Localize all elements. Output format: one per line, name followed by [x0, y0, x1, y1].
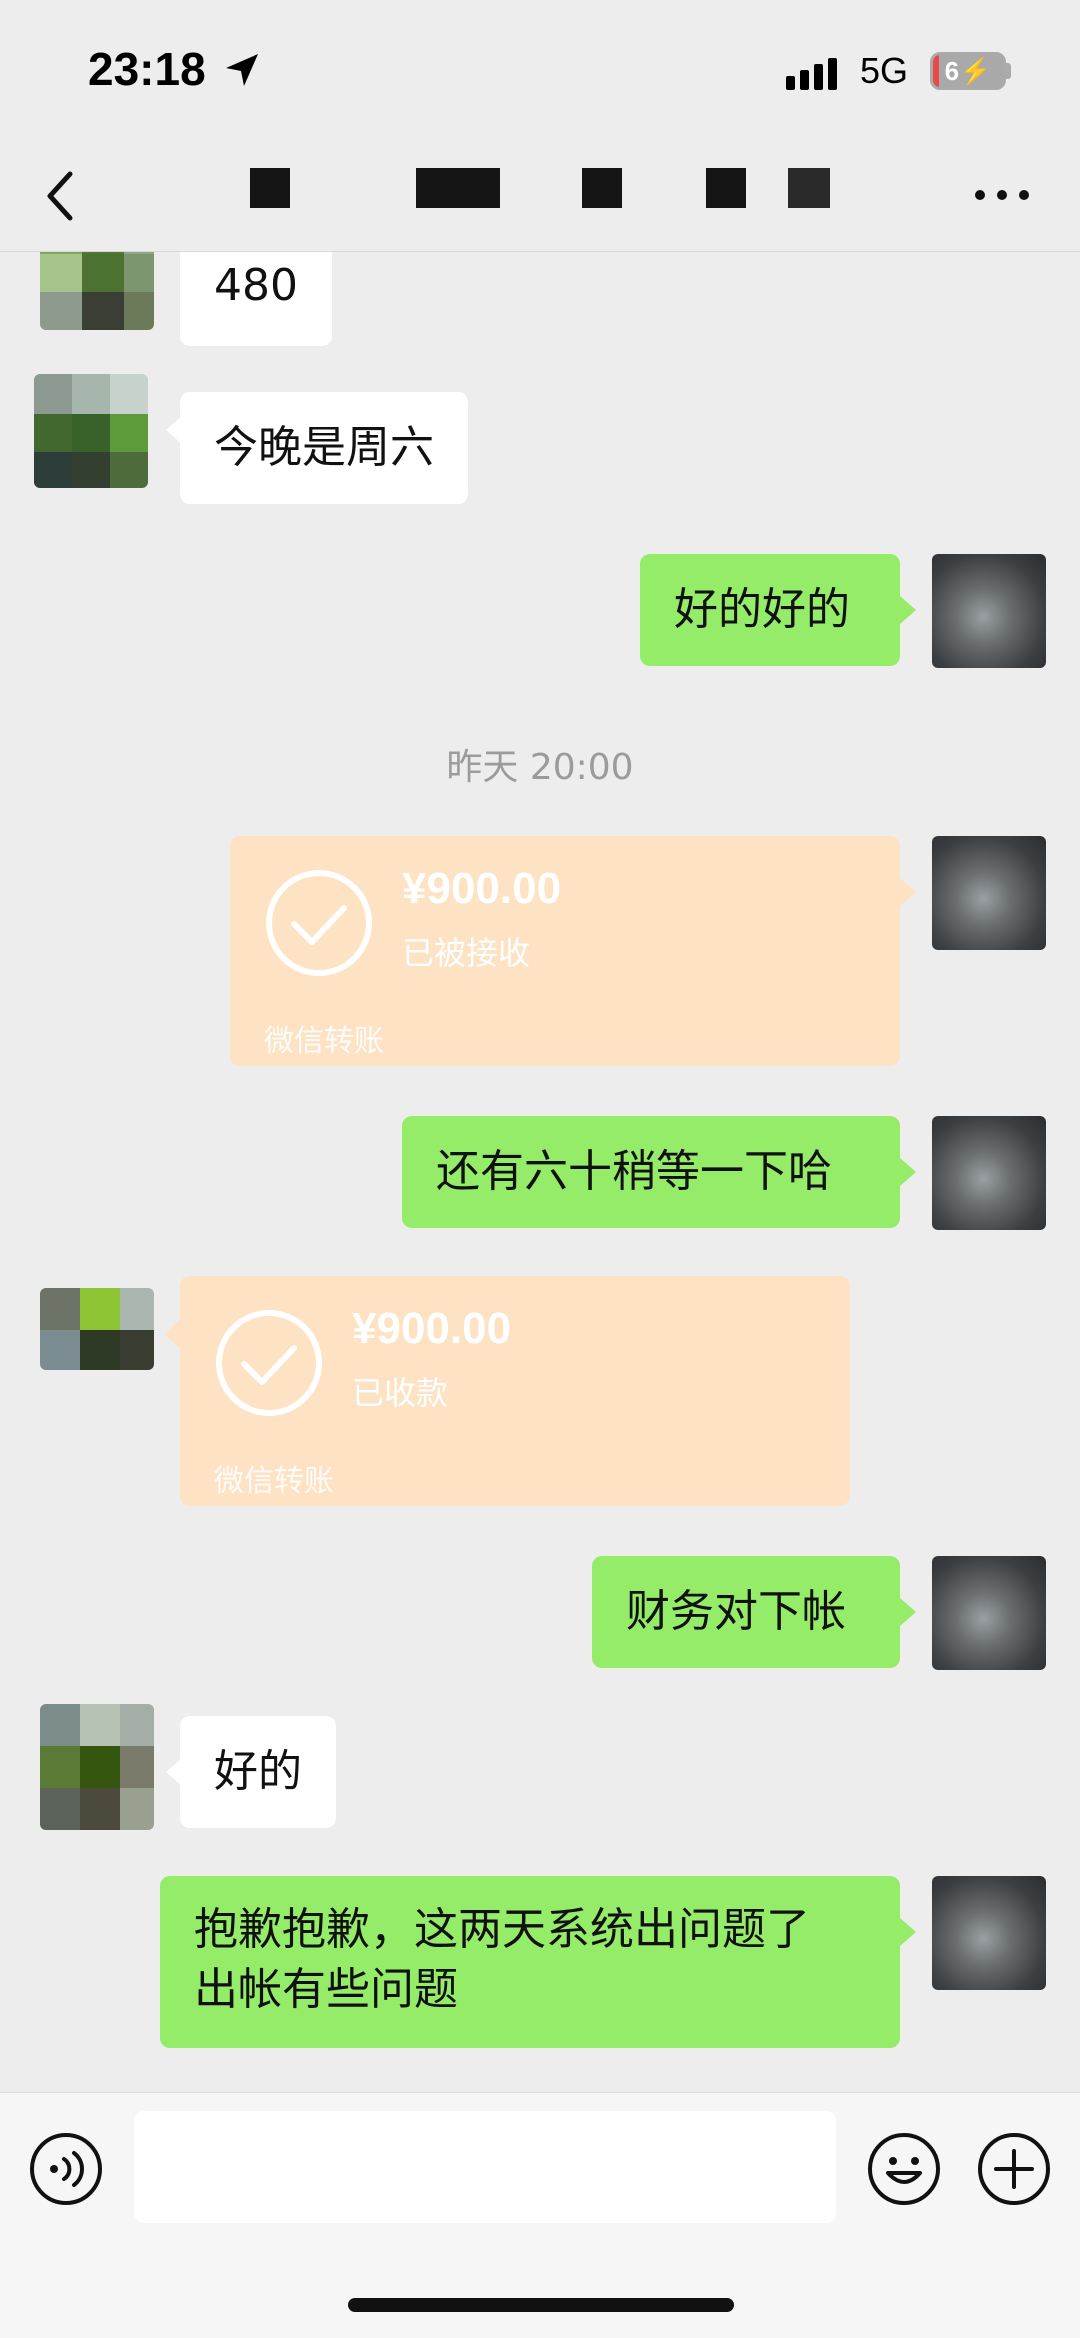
contact-avatar[interactable] — [40, 1288, 154, 1370]
message-text: 好的好的 — [674, 584, 850, 635]
message-text-line: 出帐有些问题 — [194, 1964, 458, 2015]
cellular-signal-icon — [786, 58, 837, 90]
message-bubble[interactable]: 今晚是周六 — [180, 392, 468, 504]
bubble-tail — [900, 1158, 916, 1186]
contact-avatar[interactable] — [40, 252, 154, 330]
message-bubble[interactable]: 好的 — [180, 1716, 336, 1828]
chat-message-list[interactable]: 480 今晚是周六 好的好的 昨天 20:00 ¥900.00 已被接收 微信转… — [0, 252, 1080, 2092]
home-indicator[interactable] — [348, 2298, 734, 2312]
transfer-amount: ¥900.00 — [352, 1304, 512, 1353]
battery-tip — [1006, 63, 1011, 79]
my-avatar[interactable] — [932, 836, 1046, 950]
transfer-card[interactable]: ¥900.00 已被接收 微信转账 — [230, 836, 900, 1066]
transfer-brand: 微信转账 — [264, 1024, 384, 1059]
message-text: 财务对下帐 — [626, 1586, 846, 1637]
message-bubble[interactable]: 抱歉抱歉，这两天系统出问题了 出帐有些问题 — [160, 1876, 900, 2048]
status-bar: 23:18 5G 6⚡ — [0, 0, 1080, 140]
message-bubble[interactable]: 480 — [180, 252, 332, 346]
redaction-block — [250, 168, 290, 208]
check-circle-icon — [266, 870, 372, 976]
redaction-block — [788, 168, 830, 208]
chevron-left-icon[interactable] — [40, 166, 80, 226]
nav-bar — [0, 140, 1080, 252]
message-input[interactable] — [134, 2111, 836, 2223]
transfer-status: 已被接收 — [402, 934, 531, 972]
emoji-icon[interactable] — [866, 2131, 942, 2207]
battery-icon: 6⚡ — [930, 52, 1006, 90]
message-text: 今晚是周六 — [214, 422, 434, 473]
bubble-tail — [164, 1320, 180, 1348]
transfer-brand: 微信转账 — [214, 1464, 334, 1499]
my-avatar[interactable] — [932, 1116, 1046, 1230]
message-bubble[interactable]: 财务对下帐 — [592, 1556, 900, 1668]
message-text: 480 — [214, 260, 298, 311]
transfer-status: 已收款 — [352, 1374, 449, 1412]
message-text-line: 抱歉抱歉，这两天系统出问题了 — [194, 1904, 810, 1955]
message-text: 好的 — [214, 1746, 302, 1797]
transfer-amount: ¥900.00 — [402, 864, 562, 913]
status-time: 23:18 — [88, 43, 206, 95]
bubble-tail — [900, 1598, 916, 1626]
bubble-tail — [900, 1918, 916, 1946]
message-timestamp: 昨天 20:00 — [446, 747, 634, 788]
redaction-block — [582, 168, 622, 208]
my-avatar[interactable] — [932, 1876, 1046, 1990]
redaction-block — [706, 168, 746, 208]
plus-icon[interactable] — [976, 2131, 1052, 2207]
contact-avatar[interactable] — [34, 374, 148, 488]
battery-percent: 6⚡ — [944, 56, 992, 86]
message-text: 还有六十稍等一下哈 — [436, 1146, 832, 1197]
message-bubble[interactable]: 还有六十稍等一下哈 — [402, 1116, 900, 1228]
redaction-block — [416, 168, 500, 208]
more-dots-icon[interactable] — [972, 185, 1032, 205]
message-bubble[interactable]: 好的好的 — [640, 554, 900, 666]
voice-icon[interactable] — [28, 2131, 104, 2207]
bubble-tail — [900, 878, 916, 906]
contact-avatar[interactable] — [40, 1704, 154, 1830]
bubble-tail — [900, 596, 916, 624]
my-avatar[interactable] — [932, 554, 1046, 668]
network-type: 5G — [860, 50, 909, 91]
transfer-card[interactable]: ¥900.00 已收款 微信转账 — [180, 1276, 850, 1506]
my-avatar[interactable] — [932, 1556, 1046, 1670]
location-arrow-icon — [226, 54, 258, 86]
check-circle-icon — [216, 1310, 322, 1416]
